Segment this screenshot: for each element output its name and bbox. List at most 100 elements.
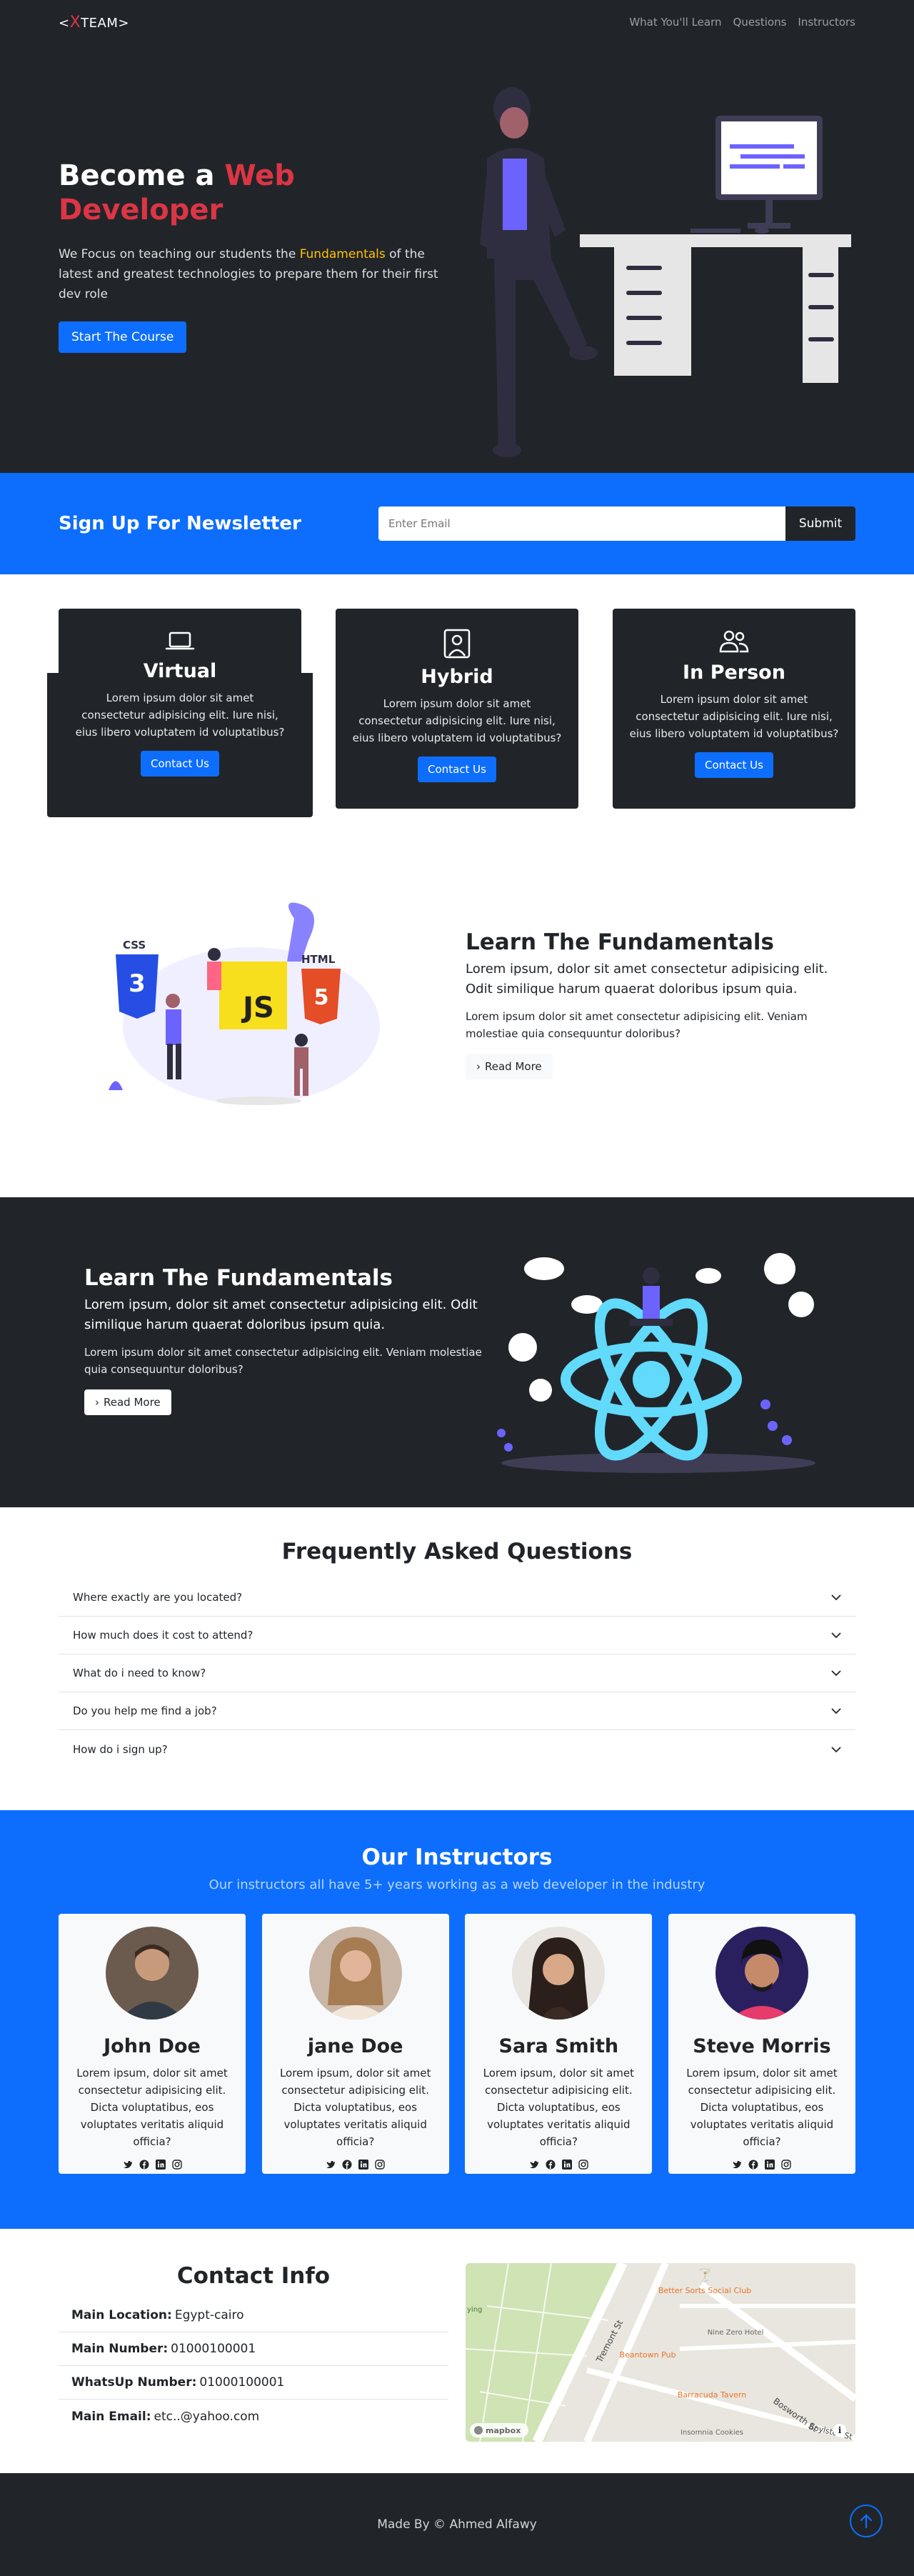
box-title: In Person [683,662,785,684]
contact-section: Contact Info Main Location: Egypt-cairo M… [0,2229,914,2473]
instructor-card: Sara Smith Lorem ipsum, dolor sit amet c… [465,1914,653,2174]
instructor-text: Lorem ipsum, dolor sit amet consectetur … [279,2067,431,2148]
html-label: HTML [301,953,336,966]
contact-us-button[interactable]: Contact Us [695,752,773,778]
contact-row-email: Main Email: etc..@yahoo.com [59,2400,448,2433]
contact-row-number: Main Number: 01000100001 [59,2332,448,2366]
brand-left: < [59,15,70,31]
learn-lead: Lorem ipsum, dolor sit amet consectetur … [84,1297,478,1332]
contact-title: Contact Info [176,2263,331,2289]
facebook-icon[interactable] [139,2159,149,2172]
brand-x: X [69,13,81,31]
contact-label: Main Number: [71,2342,169,2356]
nav-links: What You'll Learn Questions Instructors [629,16,855,29]
contact-value: etc..@yahoo.com [154,2409,260,2424]
bar-icon: 🍸 [698,2268,712,2282]
instagram-icon[interactable] [171,2159,182,2172]
instructor-cards: John Doe Lorem ipsum, dolor sit amet con… [59,1914,855,2174]
contact-label: Main Location: [71,2308,172,2322]
contact-us-button[interactable]: Contact Us [418,757,496,782]
instagram-icon[interactable] [781,2159,792,2172]
faq-question: Do you help me find a job? [73,1704,217,1717]
twitter-icon[interactable] [123,2159,133,2172]
facebook-icon[interactable] [546,2159,556,2172]
box-virtual: Virtual Lorem ipsum dolor sit amet conse… [47,609,313,817]
start-course-button[interactable]: Start The Course [59,321,187,354]
faq-question: How much does it cost to attend? [73,1629,253,1642]
newsletter-section: Sign Up For Newsletter Submit [0,473,914,574]
nav-link-learn[interactable]: What You'll Learn [629,16,721,29]
contact-label: Main Email: [71,2409,151,2424]
avatar [512,1927,606,2020]
learn-section: 3 CSS JS 5 HTML Learn The Fundamentals L… [0,847,914,1197]
contact-row-location: Main Location: Egypt-cairo [59,2299,448,2332]
nav-link-questions[interactable]: Questions [733,16,787,29]
place-label: Barracuda Tavern [678,2390,746,2400]
avatar [106,1927,199,2020]
box-text: Lorem ipsum dolor sit amet consectetur a… [629,693,839,740]
navbar: <XTEAM> What You'll Learn Questions Inst… [59,0,855,44]
hero-body: Become a Web Developer We Focus on teach… [59,44,855,473]
instagram-icon[interactable] [578,2159,588,2172]
read-more-button[interactable]: › Read More [466,1053,553,1079]
arrow-up-icon [860,2514,873,2529]
contact-value: 01000100001 [199,2375,285,2390]
email-input[interactable] [378,506,785,541]
contact-info: Contact Info Main Location: Egypt-cairo M… [59,2263,448,2442]
twitter-icon[interactable] [529,2159,539,2172]
learn-lead: Lorem ipsum, dolor sit amet consectetur … [466,962,828,997]
brand-logo[interactable]: <XTEAM> [59,14,129,31]
instructor-text: Lorem ipsum, dolor sit amet consectetur … [76,2067,228,2148]
instructor-name: jane Doe [307,2035,403,2057]
contact-label: WhatsUp Number: [71,2375,197,2390]
box-hybrid: Hybrid Lorem ipsum dolor sit amet consec… [336,609,578,809]
contact-value: Egypt-cairo [174,2308,244,2322]
avatar [715,1927,808,2020]
faq-item[interactable]: What do i need to know? [59,1654,855,1692]
facebook-icon[interactable] [342,2159,352,2172]
chevron-down-icon [831,1591,841,1604]
linkedin-icon[interactable] [561,2159,572,2172]
map[interactable]: Tremont St Bosworth St Boylston St ying … [466,2263,855,2442]
instagram-icon[interactable] [375,2159,385,2172]
place-label: Insomnia Cookies [681,2429,743,2437]
instructors-subtitle: Our instructors all have 5+ years workin… [209,1877,705,1892]
nav-link-instructors[interactable]: Instructors [798,16,855,29]
place-label: Nine Zero Hotel [708,2329,764,2337]
css-label: CSS [123,939,146,952]
faq-item[interactable]: Where exactly are you located? [59,1579,855,1617]
instructor-name: John Doe [104,2035,201,2057]
chevron-right-icon: › [95,1395,99,1409]
newsletter-title: Sign Up For Newsletter [59,513,301,534]
avatar [308,1927,402,2020]
instructors-section: Our Instructors Our instructors all have… [0,1810,914,2229]
instructor-card: jane Doe Lorem ipsum, dolor sit amet con… [261,1914,449,2174]
faq-item[interactable]: How much does it cost to attend? [59,1617,855,1654]
contact-us-button[interactable]: Contact Us [141,751,219,777]
faq-question: Where exactly are you located? [73,1591,243,1604]
submit-button[interactable]: Submit [785,506,855,541]
faq-item[interactable]: How do i sign up? [59,1730,855,1768]
social-links [668,2159,855,2172]
chevron-right-icon: › [476,1059,481,1073]
facebook-icon[interactable] [748,2159,758,2172]
linkedin-icon[interactable] [358,2159,369,2172]
social-links [59,2159,246,2172]
js-label: JS [241,992,274,1024]
box-title: Hybrid [421,666,493,688]
faq-item[interactable]: Do you help me find a job? [59,1692,855,1730]
box-text: Lorem ipsum dolor sit amet consectetur a… [352,697,562,744]
linkedin-icon[interactable] [155,2159,166,2172]
map-canvas[interactable]: Tremont St Bosworth St Boylston St ying … [466,2263,855,2442]
info-icon[interactable]: i [838,2425,842,2435]
linkedin-icon[interactable] [765,2159,775,2172]
scroll-to-top-button[interactable] [850,2505,883,2537]
people-icon [719,630,749,653]
read-more-button[interactable]: › Read More [84,1389,171,1415]
twitter-icon[interactable] [326,2159,336,2172]
instructor-name: Steve Morris [693,2035,831,2057]
faq-title: Frequently Asked Questions [281,1539,633,1564]
laptop-icon [165,631,195,650]
web-tech-illustration: 3 CSS JS 5 HTML [109,902,380,1105]
twitter-icon[interactable] [732,2159,742,2172]
